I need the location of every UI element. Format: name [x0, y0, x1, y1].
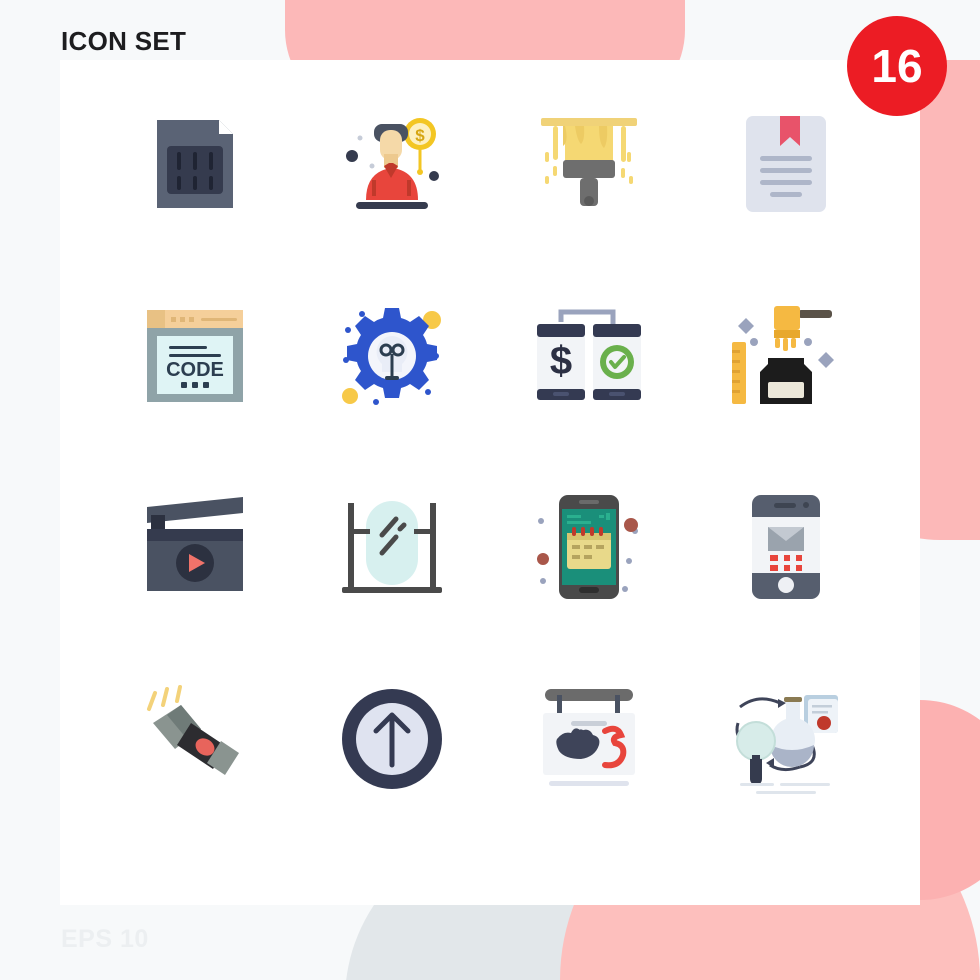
- gear-idea-icon: [332, 296, 452, 416]
- icon-cell-memory-card[interactable]: [96, 68, 293, 260]
- memory-card-icon: [135, 104, 255, 224]
- mobile-email-icon: [726, 487, 846, 607]
- icon-cell-research-flask[interactable]: [687, 643, 884, 835]
- research-flask-icon: [726, 679, 846, 799]
- icon-cell-mobile-email[interactable]: [687, 452, 884, 644]
- mobile-calendar-icon: [529, 487, 649, 607]
- page-title: ICON SET: [61, 26, 187, 56]
- icon-card: $ CODE $: [60, 60, 920, 905]
- arrow-up-circle-icon: [332, 679, 452, 799]
- icon-cell-ink-bottle[interactable]: [687, 260, 884, 452]
- australia-sign-icon: [529, 679, 649, 799]
- flashlight-icon: [135, 679, 255, 799]
- icon-cell-bookmark-document[interactable]: [687, 68, 884, 260]
- investor-icon: $: [332, 104, 452, 224]
- icon-grid: $ CODE $: [60, 60, 920, 905]
- icon-cell-mobile-calendar[interactable]: [490, 452, 687, 644]
- icon-cell-arrow-up-circle[interactable]: [293, 643, 490, 835]
- svg-text:$: $: [415, 126, 425, 145]
- icon-cell-clapperboard[interactable]: [96, 452, 293, 644]
- icon-cell-standing-mirror[interactable]: [293, 452, 490, 644]
- standing-mirror-icon: [332, 487, 452, 607]
- paint-brush-icon: [529, 104, 649, 224]
- bookmark-document-icon: [726, 104, 846, 224]
- icon-cell-money-transfer[interactable]: $: [490, 260, 687, 452]
- icon-cell-australia-sign[interactable]: [490, 643, 687, 835]
- clapperboard-icon: [135, 487, 255, 607]
- icon-cell-investor[interactable]: $: [293, 68, 490, 260]
- code-window-icon: CODE: [135, 296, 255, 416]
- icon-cell-code-window[interactable]: CODE: [96, 260, 293, 452]
- icon-cell-paint-brush[interactable]: [490, 68, 687, 260]
- ink-bottle-icon: [726, 296, 846, 416]
- money-transfer-icon: $: [529, 296, 649, 416]
- svg-text:CODE: CODE: [166, 359, 224, 381]
- icon-cell-gear-idea[interactable]: [293, 260, 490, 452]
- svg-text:$: $: [549, 339, 571, 383]
- eps-format-label: EPS 10: [61, 925, 149, 953]
- icon-cell-flashlight[interactable]: [96, 643, 293, 835]
- icon-count-badge: 16: [847, 16, 947, 116]
